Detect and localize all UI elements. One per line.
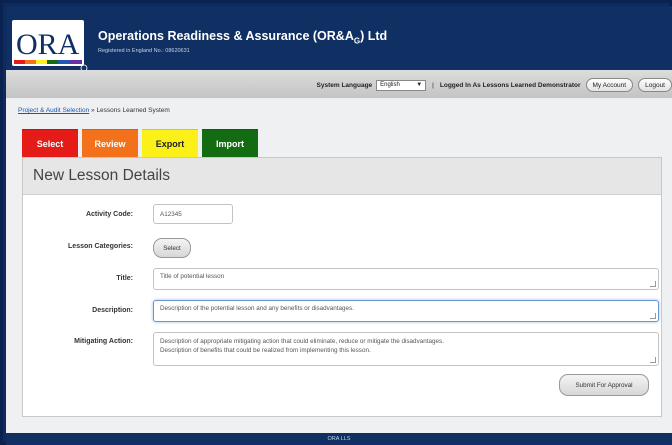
tab-bar: Select Review Export Import <box>22 129 262 157</box>
toolbar-separator: | <box>432 81 434 89</box>
registration-number: Registered in England No.: 08620631 <box>98 48 190 54</box>
mitigating-line-2: Description of benefits that could be re… <box>160 347 371 354</box>
select-categories-button[interactable]: Select <box>153 238 191 258</box>
dropdown-arrow-icon: ▼ <box>416 82 423 88</box>
footer: ORA LLS <box>6 433 672 445</box>
main-content: Project & Audit Selection » Lessons Lear… <box>6 98 672 433</box>
svg-text:ORA: ORA <box>16 28 80 61</box>
header-banner: ORA Operations Readiness & Assurance (OR… <box>6 6 672 72</box>
activity-code-input[interactable]: A12345 <box>153 204 233 224</box>
panel-title: New Lesson Details <box>23 158 661 195</box>
tab-export[interactable]: Export <box>142 129 198 157</box>
tab-select[interactable]: Select <box>22 129 78 157</box>
tab-import[interactable]: Import <box>202 129 258 157</box>
resize-handle-icon[interactable] <box>650 313 656 319</box>
breadcrumb-current: Lessons Learned System <box>96 107 170 114</box>
breadcrumb-separator: » <box>91 107 95 114</box>
title-input[interactable]: Title of potential lesson <box>153 268 659 290</box>
title-label: Title: <box>116 275 133 282</box>
logged-in-text: Logged In As Lessons Learned Demonstrato… <box>439 81 581 89</box>
submit-for-approval-button[interactable]: Submit For Approval <box>559 374 649 396</box>
company-name: Operations Readiness & Assurance (OR&AG)… <box>98 29 388 46</box>
breadcrumb: Project & Audit Selection » Lessons Lear… <box>18 107 170 114</box>
ora-logo: ORA <box>12 20 88 72</box>
resize-handle-icon[interactable] <box>650 357 656 363</box>
mitigating-action-input[interactable]: Description of appropriate mitigating ac… <box>153 332 659 366</box>
language-select[interactable]: English ▼ <box>376 79 427 91</box>
mitigating-line-1: Description of appropriate mitigating ac… <box>160 338 444 345</box>
breadcrumb-link-project-selection[interactable]: Project & Audit Selection <box>18 107 89 114</box>
top-toolbar: System Language English ▼ | Logged In As… <box>6 70 672 99</box>
description-label: Description: <box>92 307 133 314</box>
resize-handle-icon[interactable] <box>650 281 656 287</box>
mitigating-action-label: Mitigating Action: <box>74 338 133 345</box>
my-account-button[interactable]: My Account <box>585 78 634 92</box>
description-input[interactable]: Description of the potential lesson and … <box>153 300 659 322</box>
activity-code-label: Activity Code: <box>85 211 133 218</box>
logout-button[interactable]: Logout <box>638 78 672 92</box>
language-label: System Language <box>316 81 373 89</box>
new-lesson-panel: New Lesson Details Activity Code: A12345… <box>22 157 662 417</box>
tab-review[interactable]: Review <box>82 129 138 157</box>
lesson-categories-label: Lesson Categories: <box>68 243 133 250</box>
